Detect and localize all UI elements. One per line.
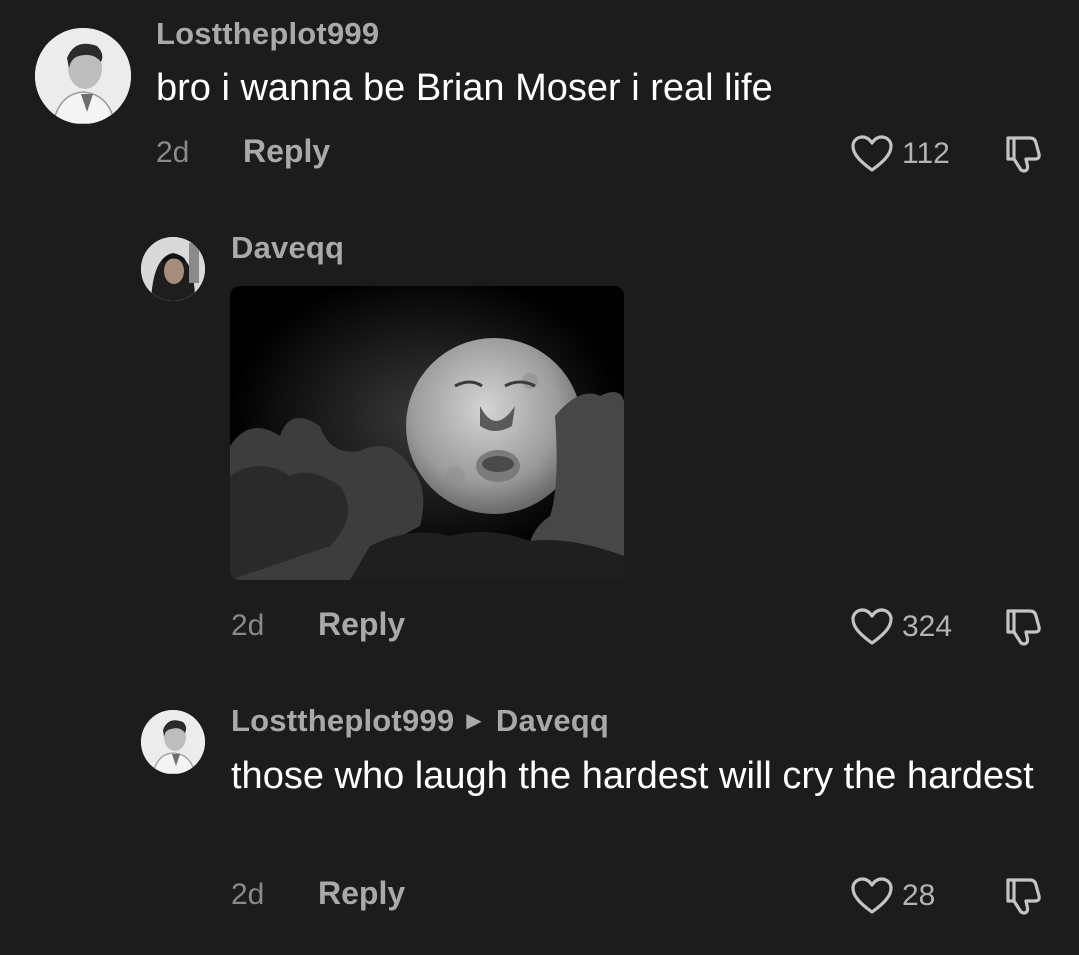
comment-text: bro i wanna be Brian Moser i real life (156, 67, 773, 109)
heart-outline-icon (850, 607, 894, 647)
thumbs-down-icon (1000, 603, 1046, 649)
comment-text: those who laugh the hardest will cry the… (231, 755, 1034, 797)
reply-author[interactable]: Losttheplot999 (231, 703, 454, 738)
comment-age: 2d (231, 878, 265, 911)
reply-button[interactable]: Reply (318, 875, 405, 912)
avatar[interactable] (141, 237, 205, 301)
like-button[interactable]: 324 (850, 607, 952, 647)
dislike-button[interactable] (1000, 130, 1046, 176)
comment-username[interactable]: Daveqq (231, 230, 344, 266)
avatar[interactable] (141, 710, 205, 774)
like-button[interactable]: 112 (850, 134, 950, 174)
reply-button[interactable]: Reply (243, 133, 330, 170)
like-count: 324 (902, 610, 953, 643)
thumbs-down-icon (1000, 872, 1046, 918)
gif-attachment[interactable] (230, 286, 624, 580)
reply-button[interactable]: Reply (318, 606, 405, 643)
avatar[interactable] (35, 28, 131, 124)
heart-outline-icon (850, 134, 894, 174)
comment-username[interactable]: Losttheplot999 ▶ Daveqq (231, 703, 609, 739)
dislike-button[interactable] (1000, 603, 1046, 649)
dislike-button[interactable] (1000, 872, 1046, 918)
caret-right-icon: ▶ (466, 710, 482, 732)
reply-target[interactable]: Daveqq (496, 703, 609, 738)
comment-age: 2d (156, 136, 190, 169)
like-button[interactable]: 28 (850, 876, 935, 916)
thumbs-down-icon (1000, 130, 1046, 176)
comment-username[interactable]: Losttheplot999 (156, 16, 379, 52)
comment-age: 2d (231, 609, 265, 642)
like-count: 28 (902, 879, 936, 912)
like-count: 112 (902, 137, 950, 170)
heart-outline-icon (850, 876, 894, 916)
